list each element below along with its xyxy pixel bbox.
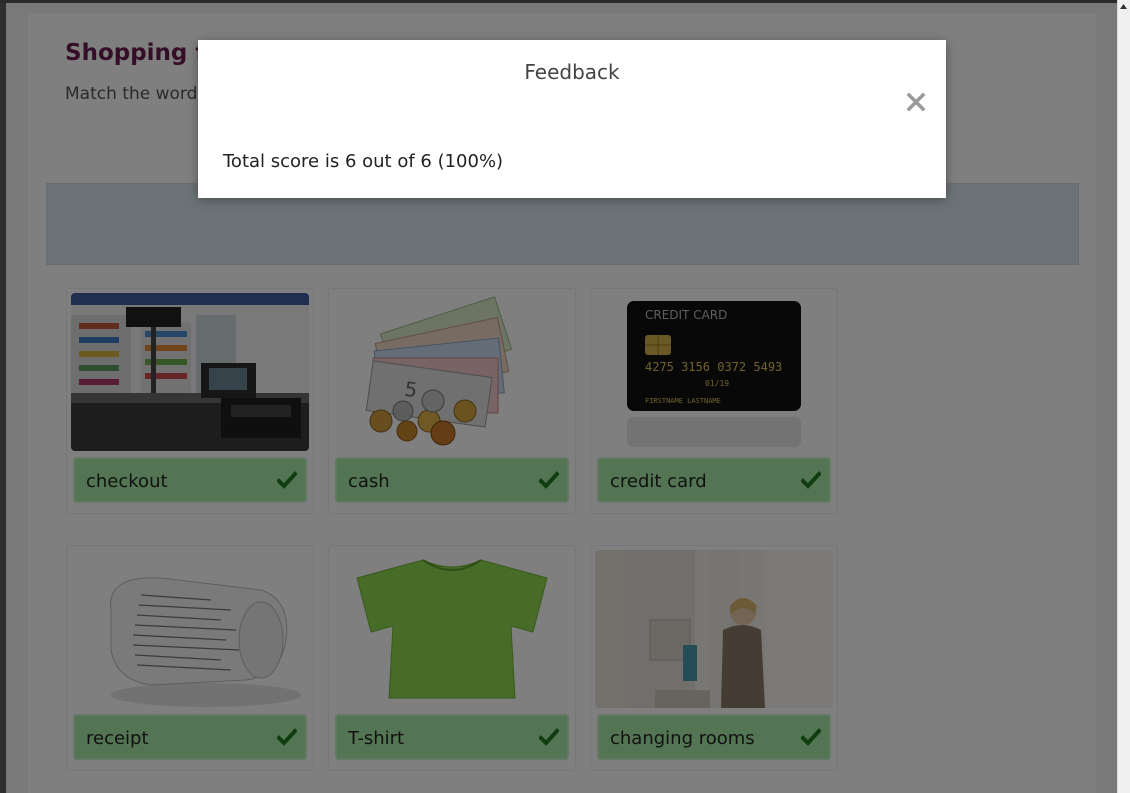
vertical-scrollbar[interactable]	[1117, 0, 1130, 793]
dialog-title: Feedback	[524, 60, 620, 84]
close-button[interactable]	[904, 90, 928, 114]
feedback-dialog: Feedback Total score is 6 out of 6 (100%…	[198, 40, 946, 198]
browser-viewport: Shopping fo Match the words	[0, 0, 1130, 793]
close-icon	[904, 90, 928, 114]
score-text: Total score is 6 out of 6 (100%)	[223, 151, 504, 172]
scroll-up-arrow-icon[interactable]	[1117, 0, 1130, 14]
